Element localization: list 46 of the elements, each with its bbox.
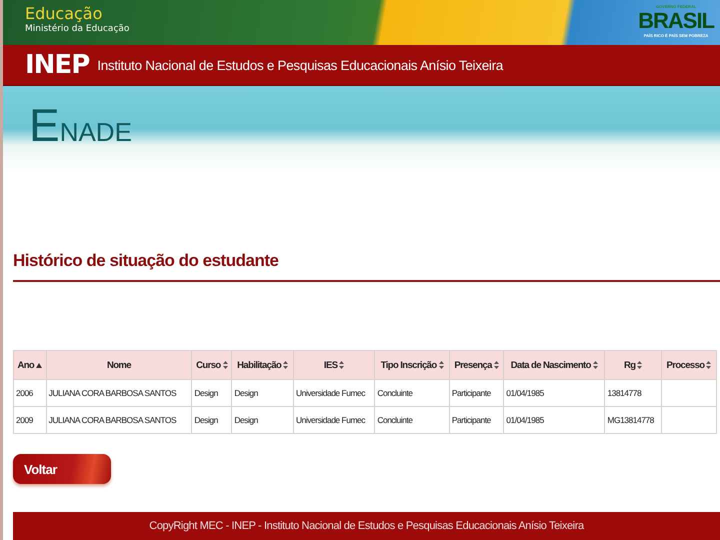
- table-cell: JULIANA CORA BARBOSA SANTOS: [46, 380, 192, 406]
- institute-logo: INEP: [25, 52, 90, 78]
- column-header[interactable]: Data de Nascimento: [504, 350, 605, 380]
- sort-icon[interactable]: [283, 361, 288, 369]
- table-cell: 2006: [14, 380, 46, 406]
- table-cell: 13814778: [604, 380, 662, 406]
- table-cell: Universidade Fumec: [294, 380, 375, 406]
- ministry-title: Educação: [25, 5, 104, 23]
- footer-text: CopyRight MEC - INEP - Instituto Nacional de Estudos e Pesquisas Educacionais Anísio Teixeira: [149, 520, 584, 532]
- column-header[interactable]: Habilitação: [232, 350, 294, 380]
- column-header[interactable]: Rg: [604, 350, 662, 380]
- table-cell: Design: [192, 380, 232, 406]
- ministry-subtitle: Ministério da Educação: [25, 23, 130, 35]
- table-cell: Concluinte: [374, 380, 450, 406]
- page-title: Histórico de situação do estudante: [13, 251, 278, 271]
- institute-name: Instituto Nacional de Estudos e Pesquisas Educacionais Anísio Teixeira: [97, 58, 504, 72]
- sort-icon[interactable]: [706, 361, 712, 369]
- table-cell: Participante: [449, 406, 504, 434]
- table-cell: 01/04/1985: [504, 380, 605, 406]
- table-cell: Participante: [449, 380, 504, 406]
- sort-icon[interactable]: [222, 361, 228, 369]
- column-header[interactable]: IES: [294, 350, 375, 380]
- sort-icon[interactable]: [494, 361, 499, 369]
- sort-icon[interactable]: [438, 361, 444, 369]
- column-header[interactable]: Presença: [449, 350, 504, 380]
- column-header[interactable]: Processo: [661, 350, 716, 380]
- column-header[interactable]: Curso: [192, 350, 232, 380]
- sort-icon[interactable]: [637, 361, 642, 369]
- brand-logo: BRASIL: [638, 9, 714, 33]
- table-cell: JULIANA CORA BARBOSA SANTOS: [46, 406, 192, 434]
- sort-icon[interactable]: [339, 361, 344, 369]
- sort-icon[interactable]: [592, 361, 598, 369]
- table-cell: 2009: [14, 406, 46, 434]
- product-logo: ENADE: [29, 105, 132, 152]
- table-cell: MG13814778: [604, 406, 662, 434]
- column-header[interactable]: Tipo Inscrição: [374, 350, 450, 380]
- column-header[interactable]: Nome: [46, 350, 192, 380]
- table-cell: 01/04/1985: [504, 406, 605, 434]
- back-button[interactable]: Voltar: [13, 454, 111, 484]
- table-cell: Design: [232, 380, 294, 406]
- table-cell: Design: [192, 406, 232, 434]
- table-cell: Universidade Fumec: [294, 406, 375, 434]
- table-cell: Design: [232, 406, 294, 434]
- column-header[interactable]: Ano: [14, 350, 46, 380]
- table-cell: Concluinte: [374, 406, 450, 434]
- sort-ascending-icon[interactable]: [36, 362, 42, 368]
